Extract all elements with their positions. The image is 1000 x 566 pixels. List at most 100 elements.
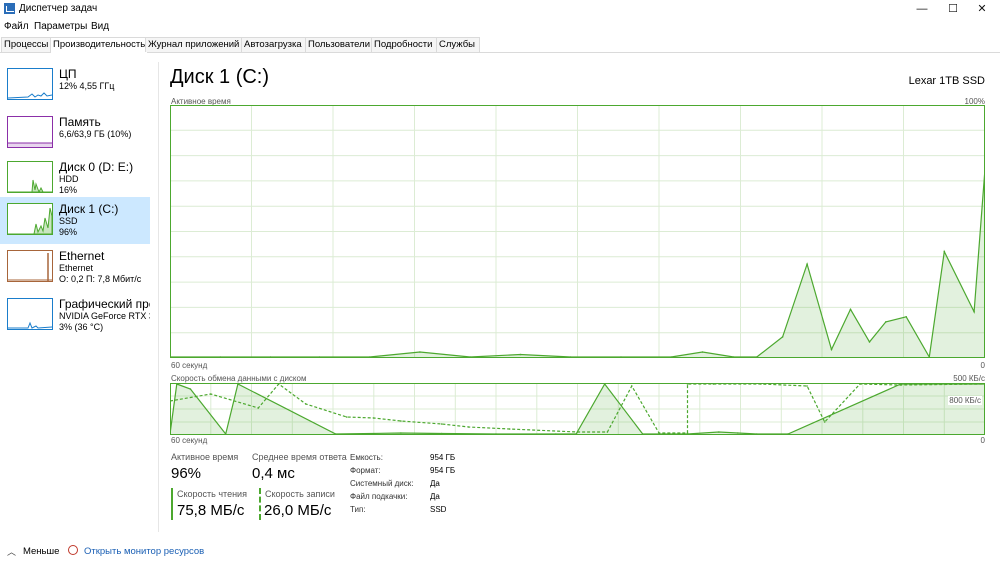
active-time-x-end-label: 0 <box>980 361 985 370</box>
tab-app-history[interactable]: Журнал приложений <box>145 37 243 52</box>
title-bar: Диспетчер задач — ☐ ✕ <box>0 0 1000 18</box>
data-point <box>806 385 808 387</box>
type-value: SSD <box>430 505 447 514</box>
data-point <box>373 417 375 419</box>
sidebar-item-percent: 16% <box>59 185 78 195</box>
sidebar-item-memory[interactable]: Память 6,6/63,9 ГБ (10%) <box>0 110 150 157</box>
data-point <box>823 421 826 423</box>
disk-model: Lexar 1TB SSD <box>908 75 985 87</box>
data-point <box>670 356 672 358</box>
data-point <box>368 356 371 358</box>
sidebar-divider <box>158 62 159 532</box>
data-point <box>575 433 577 435</box>
page-file-value: Да <box>430 492 440 501</box>
tab-strip: Процессы Производительность Журнал прило… <box>0 37 1000 53</box>
sidebar-item-temp: 3% (36 °C) <box>59 322 104 332</box>
active-time-stat-value: 96% <box>171 465 202 482</box>
transfer-x-end-label: 0 <box>980 436 985 445</box>
system-disk-label: Системный диск: <box>350 479 414 488</box>
sidebar-item-detail: 6,6/63,9 ГБ (10%) <box>59 129 132 139</box>
menu-view[interactable]: Вид <box>91 21 109 32</box>
data-point <box>189 388 192 390</box>
active-time-stat-label: Активное время <box>171 452 239 462</box>
sidebar-item-ethernet[interactable]: Ethernet Ethernet О: 0,2 П: 7,8 Мбит/с <box>0 244 150 291</box>
response-time-stat-label: Среднее время ответа <box>252 452 347 462</box>
data-point <box>737 432 739 434</box>
tab-processes[interactable]: Процессы <box>1 37 51 52</box>
transfer-rate-chart <box>170 383 985 435</box>
data-point <box>224 433 227 435</box>
format-label: Формат: <box>350 466 381 475</box>
data-point <box>830 348 833 351</box>
menu-file[interactable]: Файл <box>4 21 29 32</box>
transfer-x-start-label: 60 секунд <box>171 436 208 445</box>
sidebar-item-disk-0[interactable]: Диск 0 (D: E:) HDD 16% <box>0 155 150 202</box>
data-point <box>334 433 337 435</box>
read-speed-value: 75,8 МБ/с <box>177 502 245 519</box>
data-point <box>781 336 784 338</box>
data-point <box>508 428 511 430</box>
data-point <box>631 385 633 387</box>
sidebar-item-speed: О: 0,2 П: 7,8 Мбит/с <box>59 274 142 284</box>
ethernet-thumbnail-graph <box>7 250 53 282</box>
data-point <box>305 403 307 405</box>
data-point <box>756 356 758 358</box>
gpu-thumbnail-graph <box>7 298 53 330</box>
active-time-x-start-label: 60 секунд <box>171 361 208 370</box>
sidebar-item-disk-1[interactable]: Диск 1 (C:) SSD 96% <box>0 197 150 244</box>
data-point <box>712 383 715 385</box>
data-point <box>519 353 522 356</box>
menu-options[interactable]: Параметры <box>34 21 87 32</box>
data-point <box>900 384 902 386</box>
data-point <box>849 308 852 311</box>
data-point <box>928 356 931 358</box>
capacity-value: 954 ГБ <box>430 453 456 462</box>
response-time-stat-value: 0,4 мс <box>252 465 295 482</box>
tab-services[interactable]: Службы <box>436 37 480 52</box>
transfer-chart-label: Скорость обмена данными с диском <box>171 374 307 383</box>
tab-users[interactable]: Пользователи <box>305 37 374 52</box>
tab-performance[interactable]: Производительность <box>50 37 148 53</box>
data-point <box>345 416 348 418</box>
disk1-thumbnail-graph <box>7 203 53 235</box>
sidebar-item-label: Графический процессор 0 <box>59 297 150 311</box>
sidebar-item-label: ЦП <box>59 67 77 81</box>
fewer-details-link[interactable]: Меньше <box>23 546 59 557</box>
data-point <box>469 356 472 358</box>
window-title: Диспетчер задач <box>19 3 98 14</box>
data-point <box>468 426 470 428</box>
resource-monitor-link[interactable]: Открыть монитор ресурсов <box>84 546 204 557</box>
sidebar-item-detail: HDD <box>59 174 79 184</box>
data-point <box>760 383 762 385</box>
system-disk-value: Да <box>430 479 440 488</box>
data-point <box>400 420 402 422</box>
data-point <box>440 423 443 425</box>
read-speed-indicator <box>171 488 173 520</box>
data-point <box>210 393 212 395</box>
sidebar-item-detail: NVIDIA GeForce RTX 3080 <box>59 311 150 321</box>
data-point <box>658 432 660 434</box>
sidebar-item-gpu[interactable]: Графический процессор 0 NVIDIA GeForce R… <box>0 292 150 339</box>
data-point <box>686 383 689 385</box>
data-point <box>606 431 609 433</box>
data-point <box>555 433 557 435</box>
data-point <box>257 407 260 409</box>
close-button[interactable]: ✕ <box>964 0 1000 18</box>
page-title: Диск 1 (C:) <box>170 66 270 88</box>
data-point <box>576 431 579 433</box>
tab-details[interactable]: Подробности <box>371 37 439 52</box>
data-point <box>219 356 222 358</box>
sidebar-item-detail: SSD <box>59 216 78 226</box>
tab-startup[interactable]: Автозагрузка <box>241 37 307 52</box>
sidebar-item-percent: 96% <box>59 227 78 237</box>
data-point <box>277 383 280 385</box>
task-manager-icon <box>4 3 15 14</box>
data-point <box>885 321 887 323</box>
transfer-max-label: 500 КБ/с <box>953 374 985 383</box>
sidebar-item-cpu[interactable]: ЦП 12% 4,55 ГГц <box>0 62 150 109</box>
data-point <box>868 341 871 343</box>
write-speed-label: Скорость записи <box>265 489 335 499</box>
chevron-up-icon[interactable]: ︿ <box>7 545 16 558</box>
sidebar-item-detail: Ethernet <box>59 263 94 273</box>
data-point <box>641 433 644 435</box>
